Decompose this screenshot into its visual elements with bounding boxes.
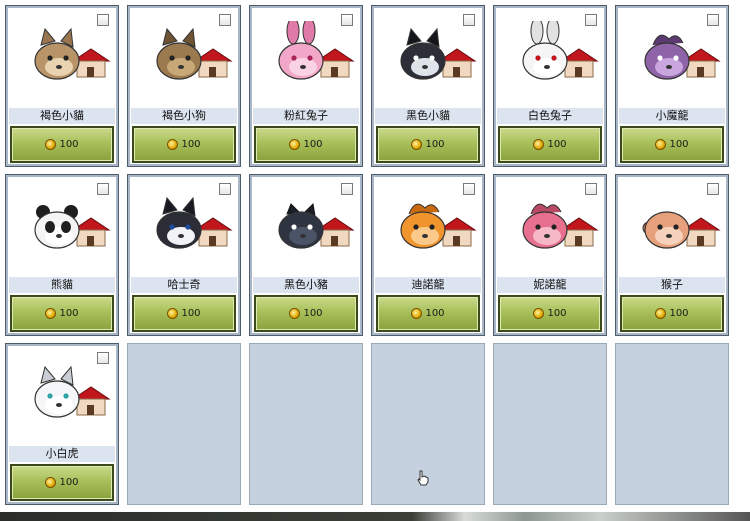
pet-card-6[interactable]: 小魔龍 100	[615, 5, 729, 167]
coin-icon	[411, 139, 423, 150]
price-label: 100	[669, 139, 689, 150]
buy-button[interactable]: 100	[620, 295, 724, 332]
dog-brown-icon	[156, 27, 233, 80]
coin-icon	[167, 139, 179, 150]
pet-thumbnail	[9, 9, 115, 108]
empty-slot	[249, 343, 363, 505]
buy-button[interactable]: 100	[376, 295, 480, 332]
pet-name: 褐色小狗	[131, 108, 237, 124]
coin-icon	[655, 139, 667, 150]
coin-icon	[45, 308, 57, 319]
pet-card-2[interactable]: 褐色小狗 100	[127, 5, 241, 167]
pet-card-7[interactable]: 熊貓 100	[5, 174, 119, 336]
husky-icon	[156, 196, 233, 249]
pet-card-4[interactable]: 黑色小貓 100	[371, 5, 485, 167]
pet-thumbnail	[131, 9, 237, 108]
pet-name: 黑色小貓	[375, 108, 481, 124]
pet-thumbnail	[619, 9, 725, 108]
price-label: 100	[59, 477, 79, 488]
price-label: 100	[669, 308, 689, 319]
price-label: 100	[425, 139, 445, 150]
pet-name: 粉紅兔子	[253, 108, 359, 124]
pet-card-10[interactable]: 迪諾龍 100	[371, 174, 485, 336]
pet-thumbnail	[9, 347, 115, 446]
pet-thumbnail	[9, 178, 115, 277]
rabbit-white-icon	[522, 21, 599, 80]
price-label: 100	[59, 139, 79, 150]
pet-name: 褐色小貓	[9, 108, 115, 124]
pet-name: 熊貓	[9, 277, 115, 293]
pet-name: 小魔龍	[619, 108, 725, 124]
buy-button[interactable]: 100	[254, 295, 358, 332]
pet-shop-grid: 褐色小貓 100 褐色小狗 100 粉紅兔子 100 黑色小貓 100 白色兔子…	[0, 0, 750, 512]
pet-card-9[interactable]: 黑色小豬 100	[249, 174, 363, 336]
cat-black-icon	[400, 27, 477, 80]
buy-button[interactable]: 100	[132, 126, 236, 163]
coin-icon	[411, 308, 423, 319]
buy-button[interactable]: 100	[10, 295, 114, 332]
pet-card-13[interactable]: 小白虎 100	[5, 343, 119, 505]
coin-icon	[45, 139, 57, 150]
buy-button[interactable]: 100	[620, 126, 724, 163]
pet-card-3[interactable]: 粉紅兔子 100	[249, 5, 363, 167]
pet-thumbnail	[497, 178, 603, 277]
buy-button[interactable]: 100	[254, 126, 358, 163]
buy-button[interactable]: 100	[498, 295, 602, 332]
pet-card-5[interactable]: 白色兔子 100	[493, 5, 607, 167]
coin-icon	[45, 477, 57, 488]
dino-orange-icon	[400, 203, 477, 249]
price-label: 100	[547, 139, 567, 150]
pet-name: 猴子	[619, 277, 725, 293]
empty-slot	[615, 343, 729, 505]
buy-button[interactable]: 100	[10, 126, 114, 163]
pet-card-12[interactable]: 猴子 100	[615, 174, 729, 336]
hand-cursor-icon	[417, 470, 429, 486]
monkey-icon	[642, 211, 721, 249]
coin-icon	[533, 308, 545, 319]
pig-black-icon	[278, 202, 355, 249]
rabbit-pink-icon	[278, 21, 355, 80]
price-label: 100	[59, 308, 79, 319]
buy-button[interactable]: 100	[498, 126, 602, 163]
price-label: 100	[547, 308, 567, 319]
pet-thumbnail	[131, 178, 237, 277]
panda-icon	[34, 205, 111, 249]
pet-thumbnail	[253, 178, 359, 277]
buy-button[interactable]: 100	[10, 464, 114, 501]
price-label: 100	[303, 139, 323, 150]
coin-icon	[533, 139, 545, 150]
pet-thumbnail	[375, 9, 481, 108]
pet-card-8[interactable]: 哈士奇 100	[127, 174, 241, 336]
tiger-white-icon	[34, 365, 111, 418]
pet-thumbnail	[253, 9, 359, 108]
buy-button[interactable]: 100	[376, 126, 480, 163]
pet-card-1[interactable]: 褐色小貓 100	[5, 5, 119, 167]
pet-name: 迪諾龍	[375, 277, 481, 293]
game-background-strip	[0, 512, 750, 521]
pet-card-11[interactable]: 妮諾龍 100	[493, 174, 607, 336]
empty-slot	[493, 343, 607, 505]
price-label: 100	[303, 308, 323, 319]
dragon-purple-icon	[644, 34, 721, 80]
cat-brown-icon	[34, 27, 111, 80]
pet-thumbnail	[619, 178, 725, 277]
coin-icon	[167, 308, 179, 319]
coin-icon	[289, 139, 301, 150]
buy-button[interactable]: 100	[132, 295, 236, 332]
price-label: 100	[181, 139, 201, 150]
empty-slot	[127, 343, 241, 505]
coin-icon	[655, 308, 667, 319]
price-label: 100	[181, 308, 201, 319]
pet-name: 小白虎	[9, 446, 115, 462]
pet-name: 白色兔子	[497, 108, 603, 124]
coin-icon	[289, 308, 301, 319]
pet-thumbnail	[497, 9, 603, 108]
pet-name: 黑色小豬	[253, 277, 359, 293]
dino-pink-icon	[522, 203, 599, 249]
pet-name: 妮諾龍	[497, 277, 603, 293]
pet-name: 哈士奇	[131, 277, 237, 293]
price-label: 100	[425, 308, 445, 319]
pet-thumbnail	[375, 178, 481, 277]
